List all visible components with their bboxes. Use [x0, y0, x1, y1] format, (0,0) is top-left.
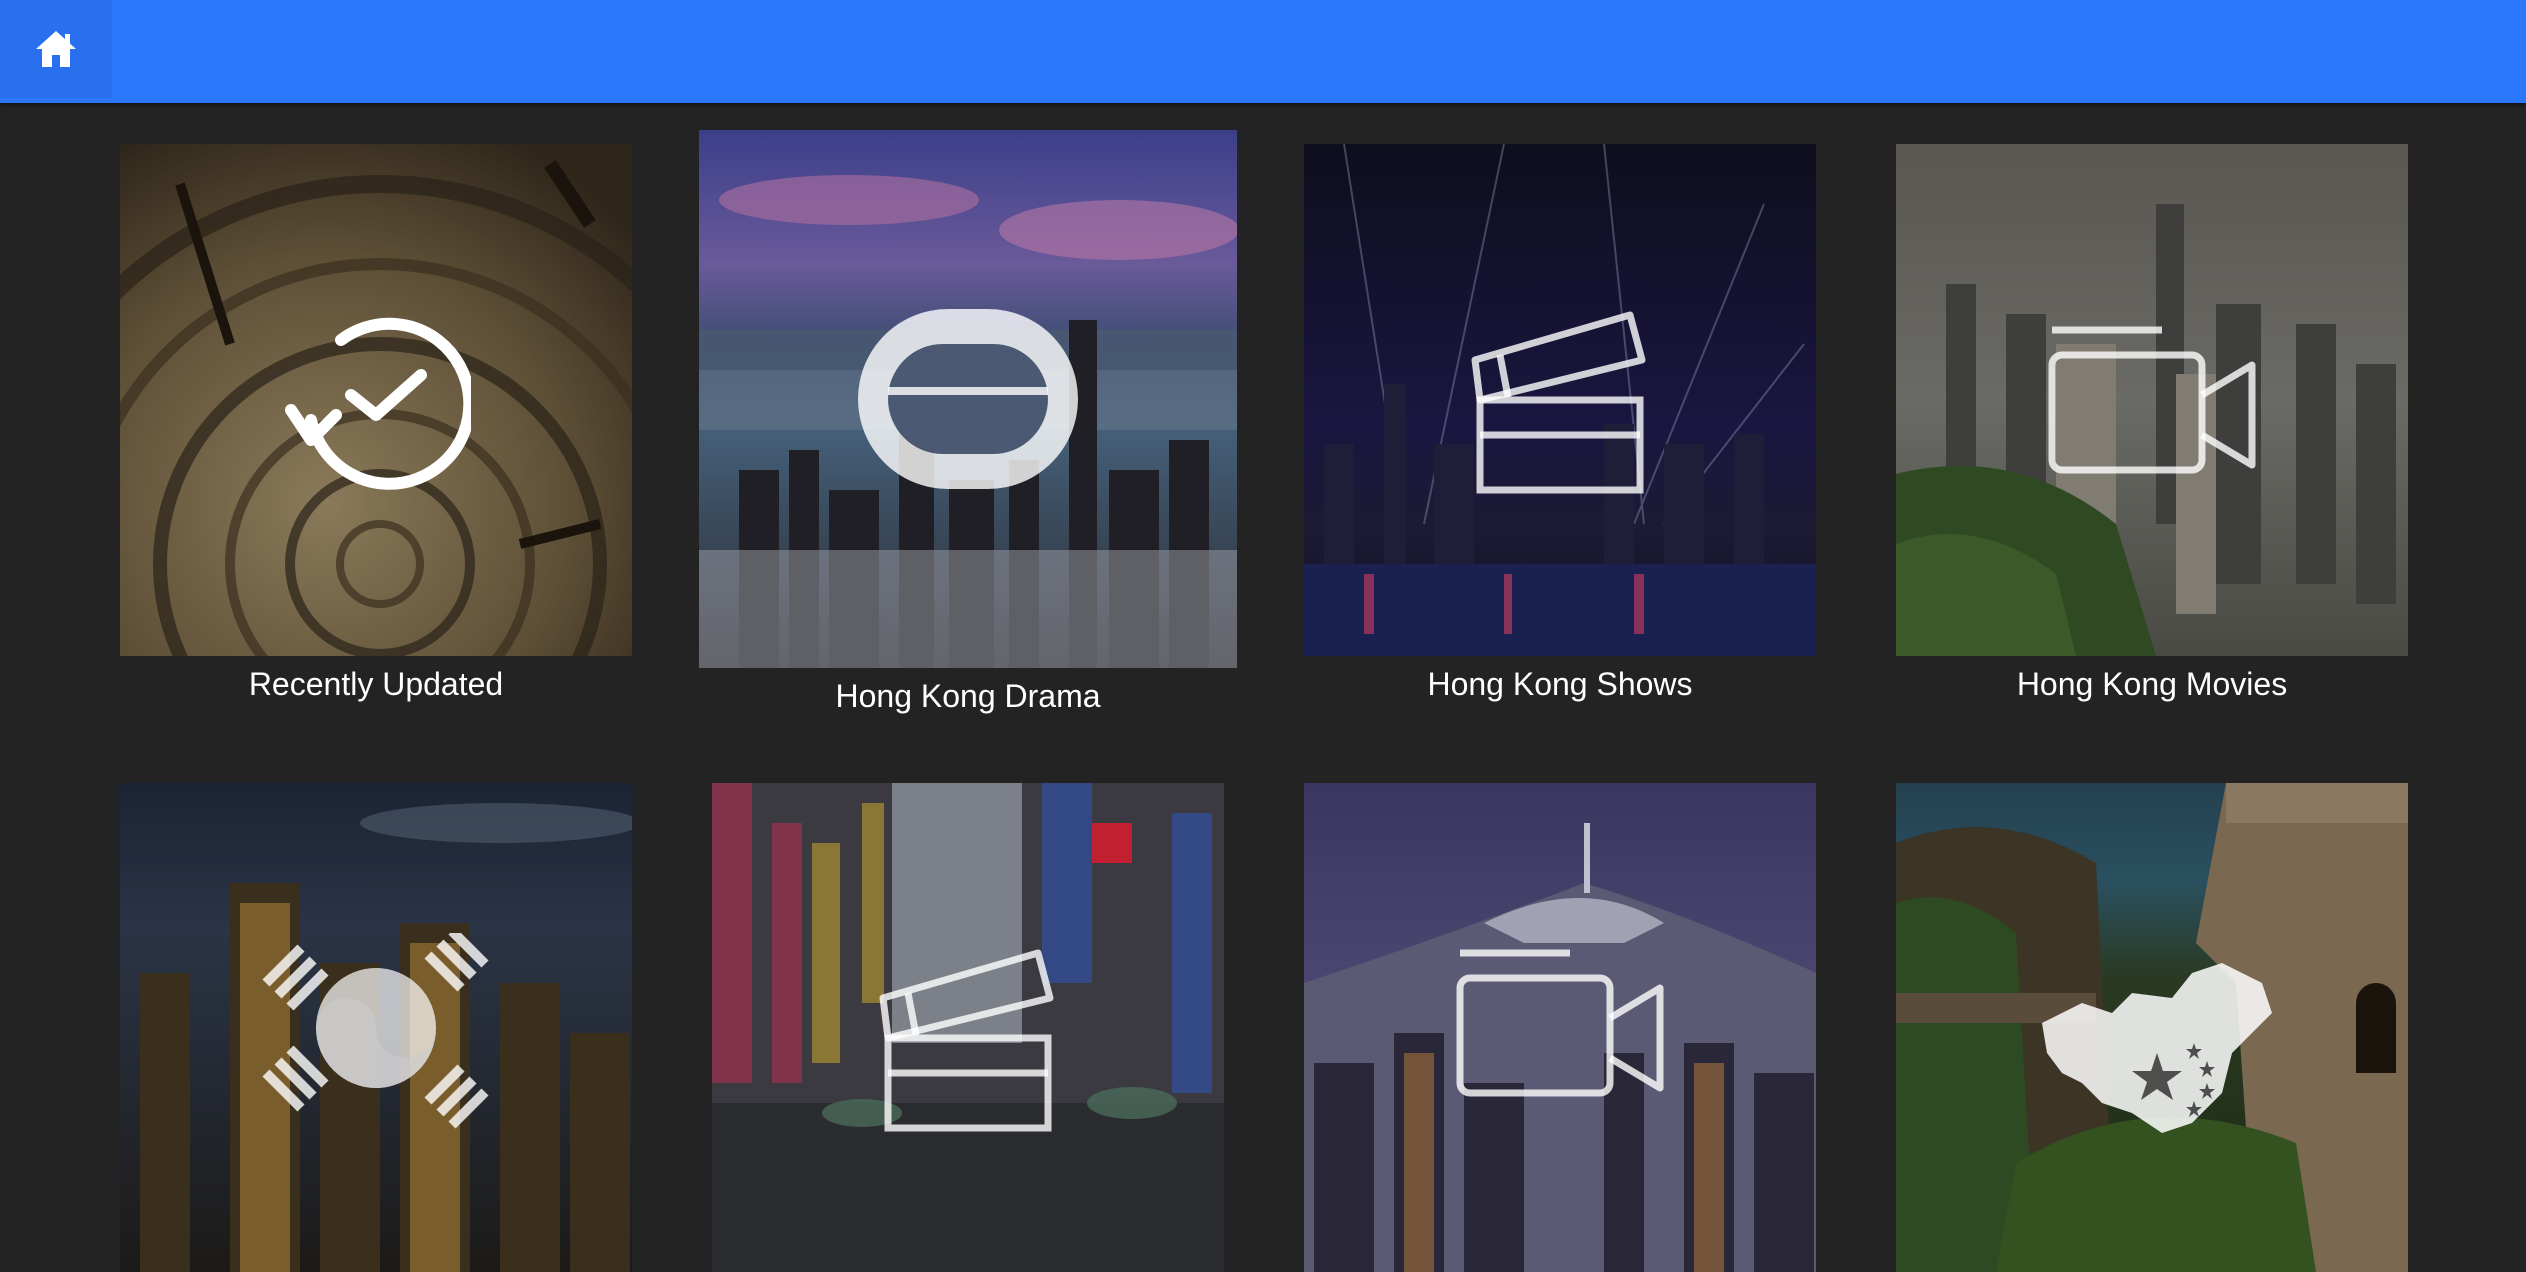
category-tile-hong-kong-shows[interactable]: Hong Kong Shows	[1304, 144, 1816, 714]
china-map-icon	[2042, 963, 2272, 1133]
tile-thumbnail	[1304, 144, 1816, 656]
category-tile-hong-kong-drama[interactable]: Hong Kong Drama	[699, 130, 1237, 726]
tile-label: Hong Kong Shows	[1427, 666, 1693, 702]
category-tile-korea-shows[interactable]	[712, 783, 1224, 1272]
tile-thumbnail	[712, 783, 1224, 1272]
recent-update-icon	[285, 317, 471, 490]
home-button[interactable]	[0, 0, 112, 98]
video-camera-icon	[1456, 949, 1664, 1097]
category-tile-recently-updated[interactable]: Recently Updated	[120, 144, 632, 714]
tv-drama-icon	[858, 309, 1078, 489]
korea-flag-icon	[262, 933, 489, 1129]
tile-thumbnail	[1304, 783, 1816, 1272]
tile-thumbnail	[120, 783, 632, 1272]
tile-thumbnail	[1896, 783, 2408, 1272]
tile-thumbnail	[699, 130, 1237, 668]
tile-thumbnail	[120, 144, 632, 656]
tile-label: Hong Kong Movies	[2016, 666, 2288, 702]
home-icon	[36, 31, 76, 67]
category-tile-korea-movies[interactable]	[1304, 783, 1816, 1272]
category-tile-hong-kong-movies[interactable]: Hong Kong Movies	[1896, 144, 2408, 714]
tile-thumbnail	[1896, 144, 2408, 656]
category-tile-china[interactable]	[1896, 783, 2408, 1272]
video-camera-icon	[2048, 326, 2256, 474]
clapperboard-icon	[879, 949, 1054, 1132]
tile-label: Recently Updated	[248, 666, 504, 702]
clapperboard-icon	[1471, 311, 1646, 494]
top-app-bar	[0, 0, 2526, 103]
category-tile-korea[interactable]	[120, 783, 632, 1272]
tile-label: Hong Kong Drama	[835, 678, 1101, 714]
